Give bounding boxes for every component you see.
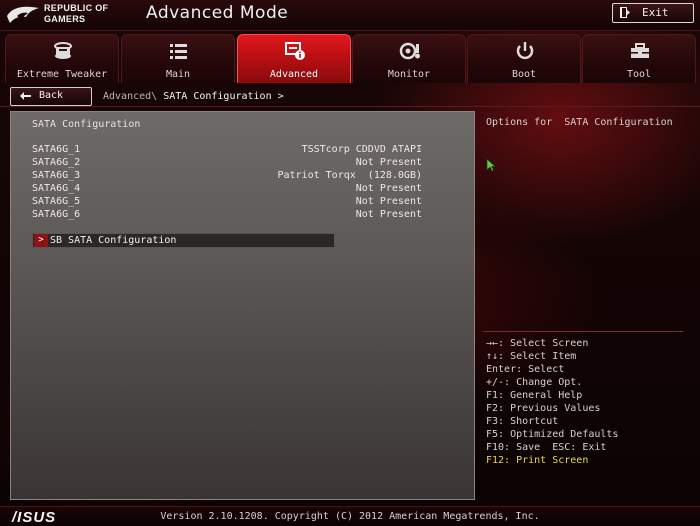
brand-line-1: REPUBLIC OF — [44, 3, 109, 13]
tab-label: Tool — [626, 69, 652, 80]
port-device: Not Present — [355, 183, 422, 194]
port-name: SATA6G_1 — [32, 144, 81, 155]
print-screen-hint: F12: Print Screen — [486, 455, 589, 466]
mouse-cursor-icon — [486, 158, 496, 172]
key-hint: Enter: Select — [486, 364, 565, 375]
key-hint: F1: General Help — [486, 390, 583, 401]
breadcrumb-parent[interactable]: Advanced\ — [103, 91, 157, 102]
exit-label: Exit — [642, 6, 669, 19]
port-device: Patriot Torqx (128.0GB) — [277, 170, 423, 181]
list-icon — [170, 44, 187, 59]
key-hint: F2: Previous Values — [486, 403, 601, 414]
sb-sata-configuration-item[interactable]: > SB SATA Configuration — [32, 233, 335, 248]
port-device: TSSTcorp CDDVD ATAPI — [301, 144, 422, 155]
sata-port-row: SATA6G_3 Patriot Torqx (128.0GB) — [32, 170, 422, 183]
sata-port-row: SATA6G_1 TSSTcorp CDDVD ATAPI — [32, 144, 422, 157]
breadcrumb-current: SATA Configuration > — [163, 91, 284, 102]
port-name: SATA6G_6 — [32, 209, 81, 220]
key-legend: →←: Select Screen ↑↓: Select Item Enter:… — [486, 338, 618, 468]
rog-logo: REPUBLIC OF GAMERS — [6, 2, 136, 28]
port-device: Not Present — [355, 209, 422, 220]
key-hint: →←: Select Screen — [486, 338, 589, 349]
tweaker-icon — [54, 42, 72, 59]
brand-line-2: GAMERS — [44, 14, 86, 24]
item-help-text: Options for SATA Configuration — [486, 117, 673, 128]
page-title: Advanced Mode — [146, 3, 289, 23]
tab-label: Extreme Tweaker — [16, 69, 108, 80]
toolbox-icon — [631, 43, 649, 58]
exit-door-icon — [620, 7, 630, 18]
sata-port-row: SATA6G_6 Not Present — [32, 209, 422, 222]
back-button[interactable]: Back — [10, 87, 92, 106]
key-hint: +/-: Change Opt. — [486, 377, 583, 388]
exit-button[interactable]: Exit — [612, 3, 694, 23]
port-device: Not Present — [355, 196, 422, 207]
tab-monitor[interactable]: Monitor — [352, 34, 466, 83]
divider — [483, 331, 683, 332]
version-text: Version 2.10.1208. Copyright (C) 2012 Am… — [160, 511, 540, 522]
footer-bar: /ISUS Version 2.10.1208. Copyright (C) 2… — [0, 506, 700, 526]
key-hint: F10: Save ESC: Exit — [486, 442, 607, 453]
tab-main[interactable]: Main — [121, 34, 235, 83]
sata-port-row: SATA6G_5 Not Present — [32, 196, 422, 209]
submenu-arrow-icon: > — [34, 234, 48, 247]
monitor-icon — [399, 42, 420, 60]
tab-tool[interactable]: Tool — [582, 34, 696, 83]
panel-title: SATA Configuration — [32, 119, 141, 130]
back-label: Back — [39, 90, 64, 101]
tab-label: Main — [165, 69, 191, 80]
port-device: Not Present — [355, 157, 422, 168]
breadcrumb: Advanced\ SATA Configuration > — [103, 91, 284, 102]
key-hint: ↑↓: Select Item — [486, 351, 577, 362]
port-name: SATA6G_4 — [32, 183, 81, 194]
settings-panel: SATA Configuration SATA6G_1 TSSTcorp CDD… — [10, 111, 475, 500]
tab-advanced[interactable]: Advanced — [237, 34, 351, 83]
back-arrow-icon — [20, 92, 31, 100]
advanced-settings-icon — [285, 42, 305, 60]
sata-port-row: SATA6G_4 Not Present — [32, 183, 422, 196]
divider — [0, 106, 700, 107]
port-name: SATA6G_5 — [32, 196, 81, 207]
power-icon — [516, 42, 534, 60]
tab-label: Advanced — [269, 69, 319, 80]
tab-label: Boot — [511, 69, 537, 80]
sata-port-row: SATA6G_2 Not Present — [32, 157, 422, 170]
key-hint: F3: Shortcut — [486, 416, 559, 427]
port-name: SATA6G_2 — [32, 157, 81, 168]
port-name: SATA6G_3 — [32, 170, 81, 181]
tab-boot[interactable]: Boot — [467, 34, 581, 83]
key-hint: F5: Optimized Defaults — [486, 429, 619, 440]
title-bar: REPUBLIC OF GAMERS Advanced Mode Exit — [0, 0, 700, 31]
rog-eye-icon — [7, 6, 39, 23]
tab-label: Monitor — [387, 69, 431, 80]
submenu-label: SB SATA Configuration — [50, 235, 177, 246]
tab-extreme-tweaker[interactable]: Extreme Tweaker — [5, 34, 119, 83]
